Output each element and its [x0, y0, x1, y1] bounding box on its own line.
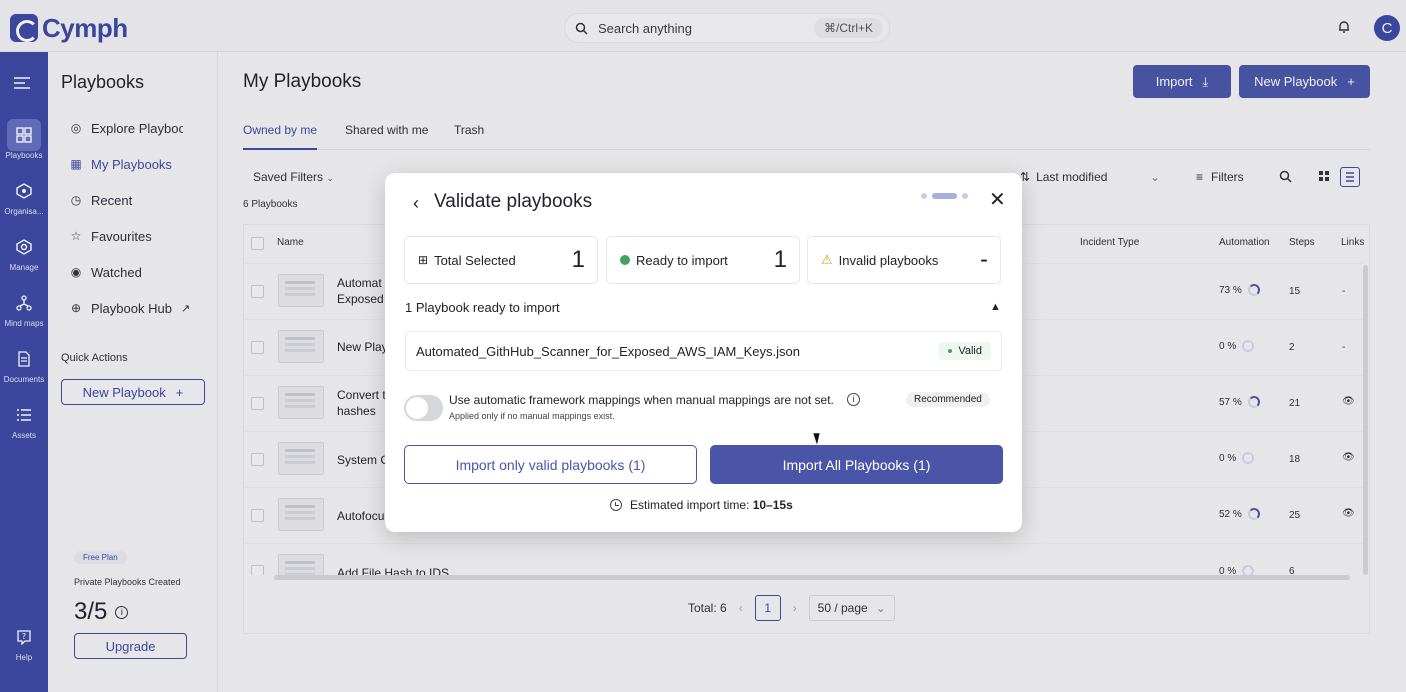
clock-icon [610, 499, 622, 511]
stat-value: - [980, 246, 988, 273]
close-icon[interactable]: ✕ [989, 187, 1006, 212]
ready-heading: 1 Playbook ready to import [405, 300, 560, 315]
toggle-knob [406, 397, 428, 419]
step-dot [962, 193, 968, 199]
estimated-time: Estimated import time: 10–15s [610, 498, 793, 512]
status-badge: Valid [939, 342, 991, 360]
stat-invalid-playbooks: ⚠ Invalid playbooks - [807, 236, 1001, 284]
auto-mapping-toggle[interactable] [404, 395, 443, 421]
stat-label: Total Selected [434, 252, 516, 268]
stat-label: Ready to import [636, 252, 728, 268]
auto-mapping-title: Use automatic framework mappings when ma… [449, 393, 834, 407]
estimate-prefix: Estimated import time: [630, 498, 753, 512]
step-dot [921, 193, 927, 199]
validate-playbooks-modal: ‹ Validate playbooks ✕ ⊞ Total Selected … [385, 173, 1022, 532]
recommended-badge: Recommended [906, 392, 990, 407]
stat-total-selected: ⊞ Total Selected 1 [404, 236, 598, 284]
file-name: Automated_GithHub_Scanner_for_Exposed_AW… [416, 343, 800, 359]
selection-icon: ⊞ [418, 253, 429, 267]
stat-value: 1 [773, 246, 787, 273]
back-icon[interactable]: ‹ [413, 193, 419, 214]
step-indicator [921, 193, 968, 199]
stat-label: Invalid playbooks [838, 252, 939, 268]
warning-icon: ⚠ [821, 252, 833, 267]
step-dot-active [932, 193, 957, 199]
playbook-file-item: Automated_GithHub_Scanner_for_Exposed_AW… [405, 331, 1002, 371]
auto-mapping-subtitle: Applied only if no manual mappings exist… [449, 411, 615, 421]
chevron-up-icon[interactable]: ▲ [990, 301, 1001, 313]
modal-title: Validate playbooks [434, 191, 593, 212]
estimate-value: 10–15s [752, 498, 793, 512]
info-icon[interactable]: i [847, 393, 860, 406]
stat-value: 1 [571, 246, 585, 273]
import-valid-button[interactable]: Import only valid playbooks (1) [404, 445, 697, 484]
check-circle-icon [620, 255, 630, 265]
stat-ready-to-import: Ready to import 1 [606, 236, 800, 284]
import-all-button[interactable]: Import All Playbooks (1) [710, 445, 1003, 484]
